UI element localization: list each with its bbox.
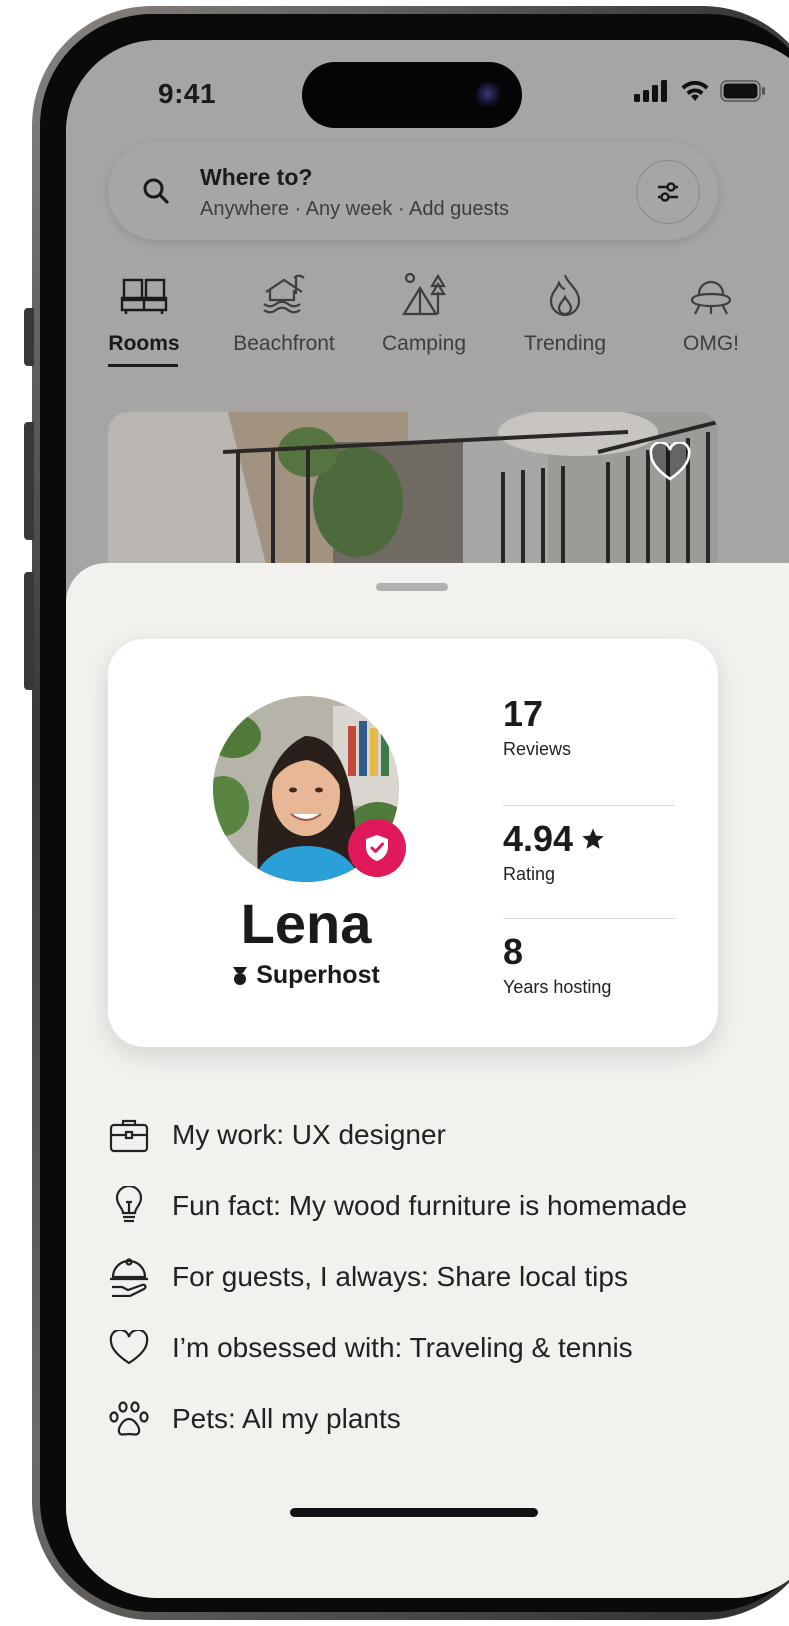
star-icon	[582, 828, 604, 849]
divider	[66, 370, 789, 371]
stat-value: 4.94	[503, 818, 574, 859]
stat-value: 8	[503, 931, 524, 972]
camera-icon	[476, 82, 502, 108]
paw-icon	[109, 1400, 149, 1436]
heart-icon	[109, 1329, 149, 1364]
search-subtitle: Anywhere · Any week · Add guests	[200, 198, 510, 220]
category-bar: Rooms Beachfront Camping Trending OMG!	[66, 268, 789, 368]
category-rooms[interactable]: Rooms	[108, 268, 180, 356]
search-icon	[143, 178, 169, 204]
mute-switch	[24, 308, 34, 366]
category-omg[interactable]: OMG!	[676, 268, 746, 356]
fact-text: For guests, I always: Share local tips	[172, 1260, 628, 1292]
stat-label: Reviews	[503, 739, 572, 759]
serving-dish-icon	[110, 1257, 148, 1297]
active-tab-indicator	[108, 364, 178, 367]
tent-icon	[402, 272, 446, 316]
fact-item: Pets: All my plants	[108, 1383, 748, 1454]
category-label: Camping	[381, 332, 467, 355]
stat-label: Years hosting	[503, 977, 612, 997]
stat-value: 17	[503, 693, 544, 734]
host-name: Lena	[240, 892, 372, 955]
verified-badge	[348, 819, 406, 877]
fact-item: My work: UX designer	[108, 1099, 748, 1170]
bed-icon	[120, 278, 168, 314]
host-facts: My work: UX designer Fun fact: My wood f…	[108, 1099, 748, 1454]
category-label: OMG!	[683, 332, 739, 355]
wifi-icon	[681, 80, 709, 101]
host-stats: 17 Reviews 4.94 Rating 8 Years hosting	[503, 693, 675, 1031]
fact-text: Fun fact: My wood furniture is homemade	[172, 1189, 688, 1221]
beach-house-icon	[263, 274, 305, 314]
status-time: 9:41	[158, 78, 217, 109]
flame-icon	[549, 274, 581, 316]
fact-item: I’m obsessed with: Traveling & tennis	[108, 1312, 748, 1383]
category-label: Trending	[523, 332, 607, 355]
category-trending[interactable]: Trending	[520, 268, 610, 356]
fact-item: For guests, I always: Share local tips	[108, 1241, 748, 1312]
stat-label: Rating	[503, 864, 556, 884]
category-camping[interactable]: Camping	[378, 268, 470, 356]
filter-icon	[658, 182, 678, 202]
fact-text: Pets: All my plants	[172, 1402, 401, 1434]
host-profile-sheet: Lena Superhost 17 Reviews 4.94 Rating 8 …	[66, 563, 789, 1598]
phone-screen: 9:41 Where to? Anywhere · Any week · Add…	[66, 40, 789, 1598]
category-beachfront[interactable]: Beachfront	[226, 268, 342, 356]
fact-text: My work: UX designer	[172, 1118, 446, 1150]
fact-item: Fun fact: My wood furniture is homemade	[108, 1170, 748, 1241]
host-card: Lena Superhost 17 Reviews 4.94 Rating 8 …	[108, 639, 718, 1047]
superhost-label: Superhost	[256, 961, 380, 989]
stat-value-row: 4.94	[503, 818, 675, 860]
dynamic-island	[302, 62, 522, 128]
stat-years-hosting: 8 Years hosting	[503, 919, 675, 1031]
superhost-badge: Superhost	[108, 961, 504, 990]
fact-text: I’m obsessed with: Traveling & tennis	[172, 1331, 633, 1363]
sheet-grabber[interactable]	[376, 583, 448, 591]
ufo-icon	[690, 280, 732, 315]
briefcase-icon	[109, 1119, 149, 1152]
favorite-heart-icon[interactable]	[648, 442, 692, 482]
volume-up-button	[24, 422, 34, 540]
lightbulb-icon	[115, 1185, 143, 1222]
superhost-icon	[233, 966, 248, 985]
volume-down-button	[24, 572, 34, 690]
home-indicator[interactable]	[290, 1508, 538, 1517]
stat-rating: 4.94 Rating	[503, 806, 675, 918]
signal-icon	[634, 80, 667, 102]
search-title: Where to?	[200, 164, 313, 190]
status-icons	[634, 80, 766, 102]
category-label: Rooms	[108, 332, 180, 355]
search-bar[interactable]: Where to? Anywhere · Any week · Add gues…	[108, 142, 718, 240]
stat-reviews: 17 Reviews	[503, 693, 675, 805]
category-label: Beachfront	[233, 332, 335, 355]
battery-icon	[720, 80, 765, 102]
filter-button[interactable]	[636, 160, 700, 224]
shield-check-icon	[366, 835, 388, 861]
